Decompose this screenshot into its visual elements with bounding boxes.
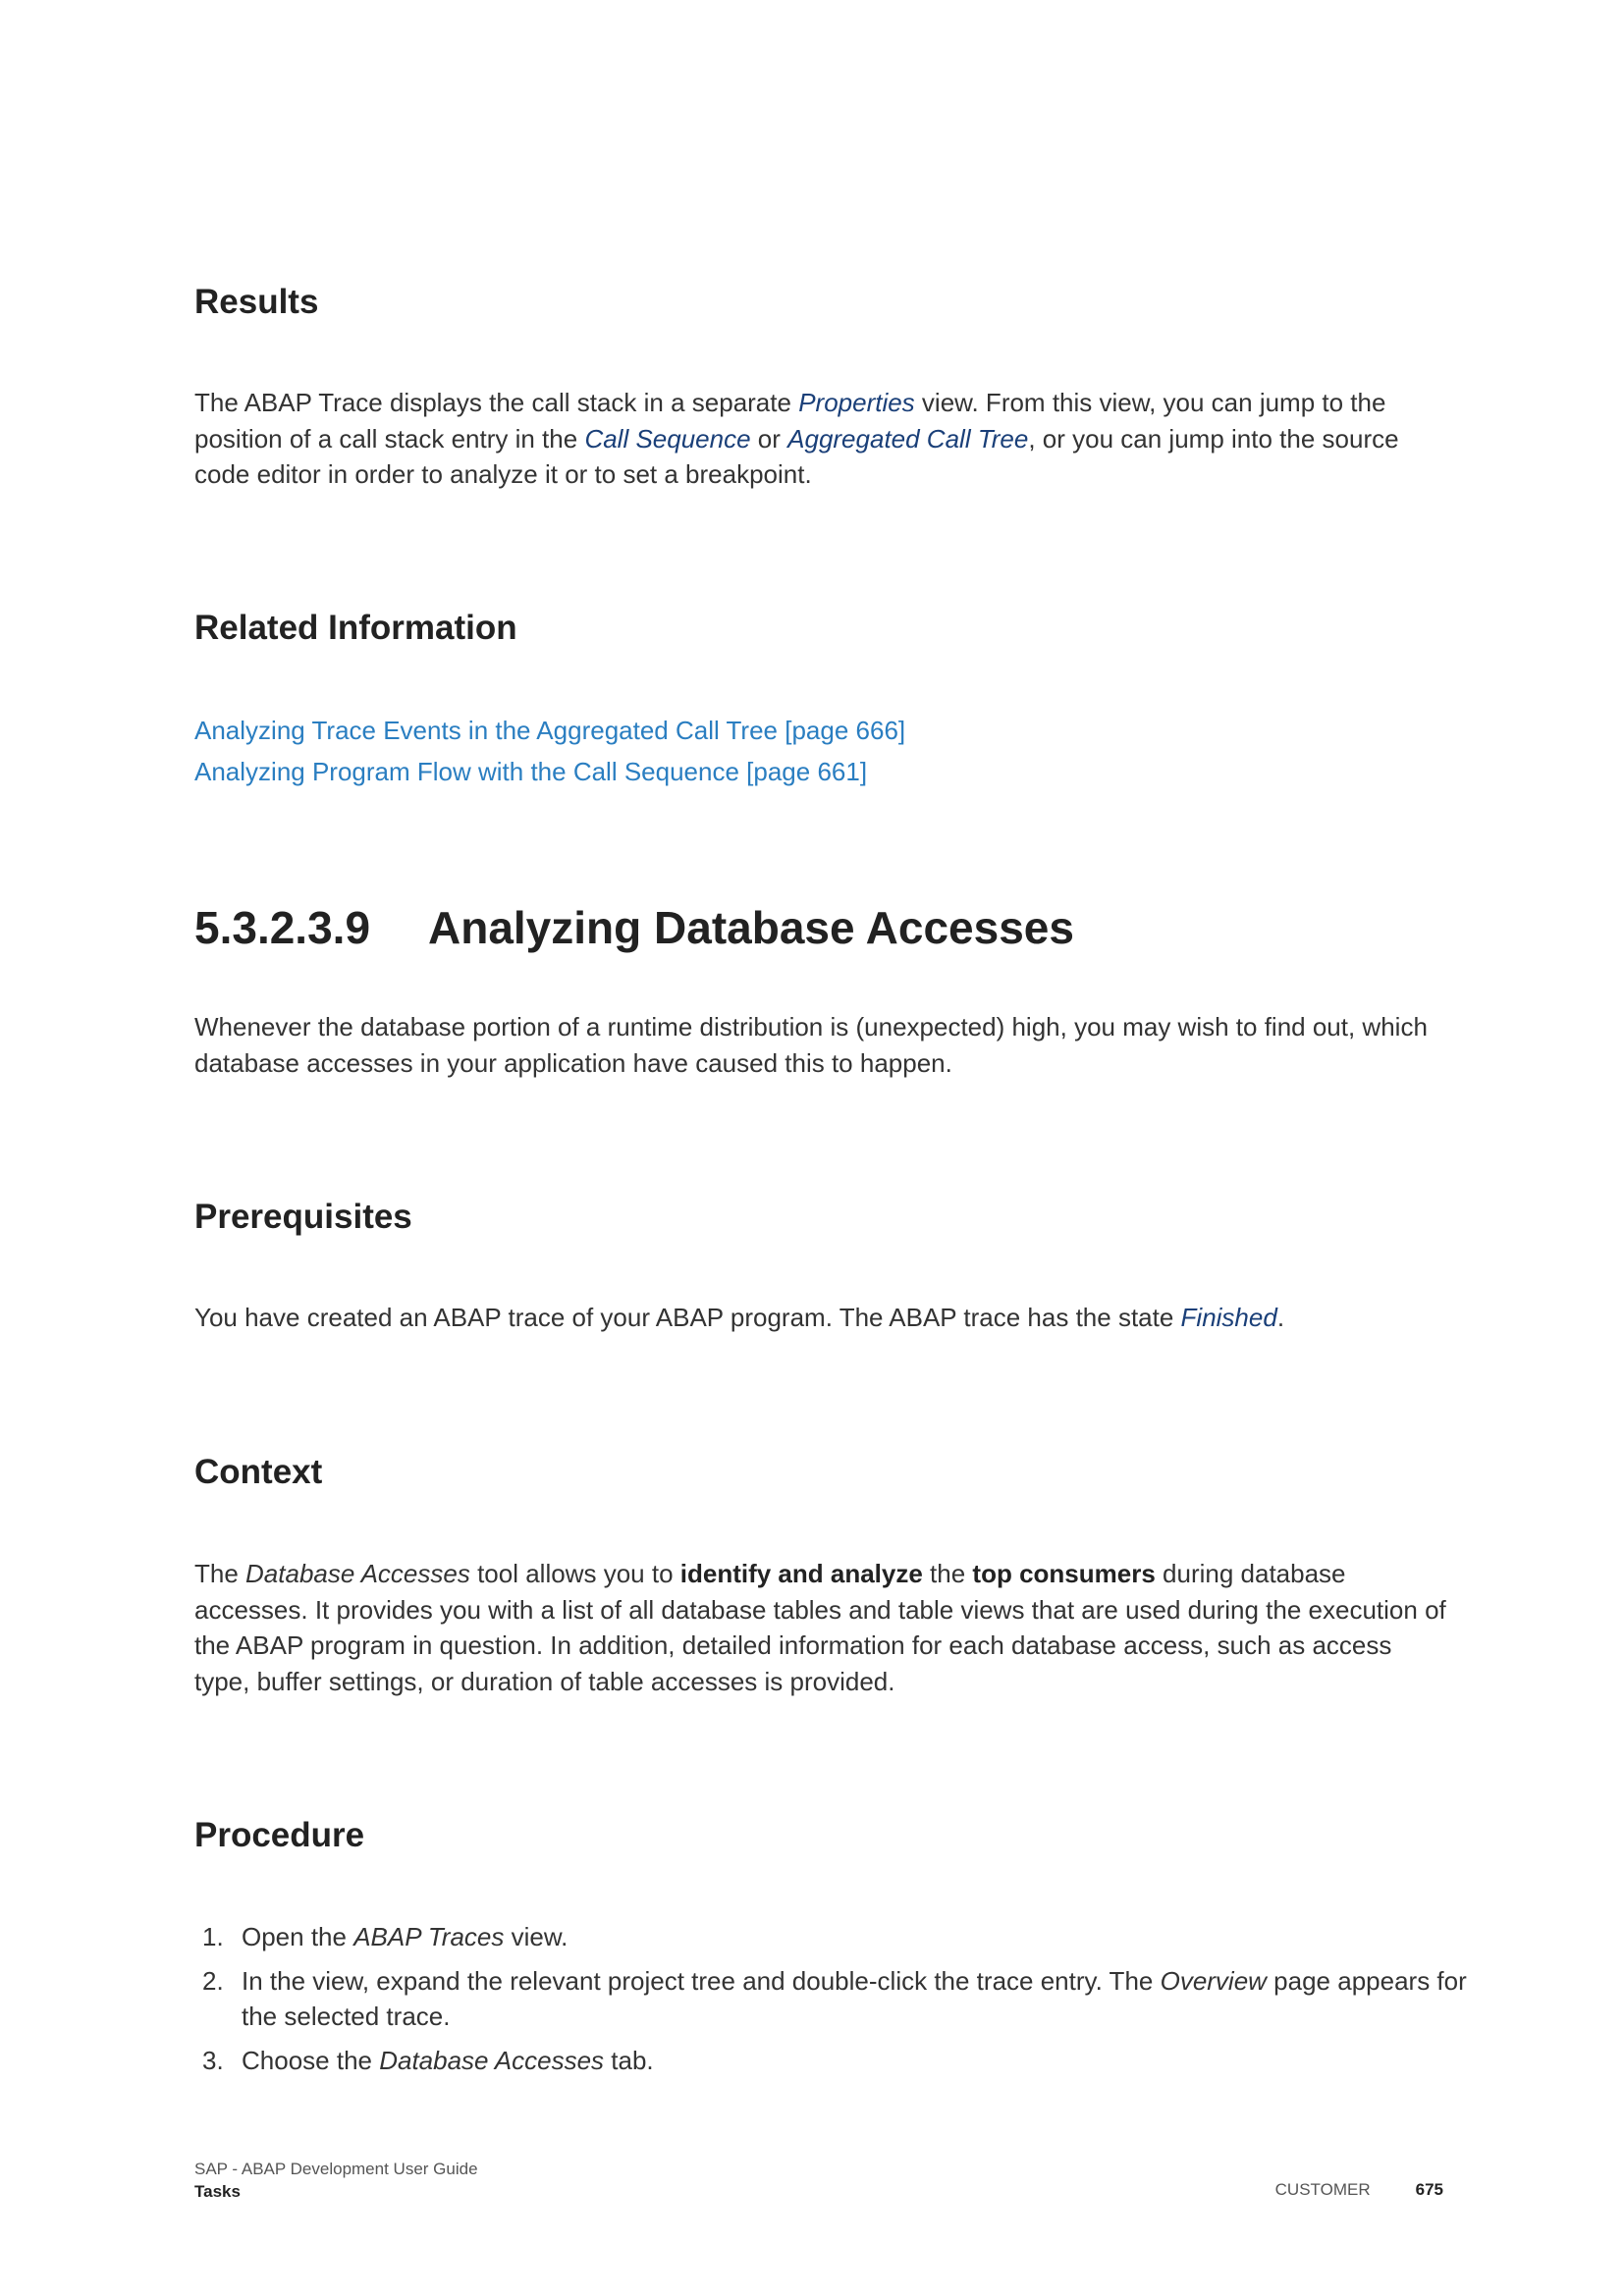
prerequisites-paragraph: You have created an ABAP trace of your A… <box>194 1300 1451 1336</box>
text-run: You have created an ABAP trace of your A… <box>194 1303 1181 1332</box>
section-intro: Whenever the database portion of a runti… <box>194 1012 1428 1078</box>
step-number: 1. <box>202 1922 224 1951</box>
procedure-steps: 1. Open the ABAP Traces view. 2. In the vi… <box>194 1919 1471 2086</box>
database-accesses-term: Database Accesses <box>245 1559 470 1588</box>
section-number: 5.3.2.3.9 <box>194 902 371 953</box>
footer-classification: CUSTOMER <box>1274 2180 1371 2199</box>
related-links: Analyzing Trace Events in the Aggregated… <box>194 710 905 792</box>
abap-traces-term: ABAP Traces <box>353 1922 505 1951</box>
text-run: In the view, expand the relevant project… <box>242 1965 1161 1996</box>
footer-right: CUSTOMER 675 <box>1275 2180 1443 2200</box>
footer-doc-title: SAP - ABAP Development User Guide <box>194 2160 478 2178</box>
context-paragraph: The Database Accesses tool allows you to… <box>194 1556 1451 1699</box>
context-heading: Context <box>194 1453 323 1491</box>
text-run: or <box>750 423 788 454</box>
text-run: The ABAP Trace displays the call stack i… <box>194 388 799 417</box>
step-number: 3. <box>202 2045 224 2075</box>
procedure-step: 3. Choose the Database Accesses tab. <box>194 2043 1471 2079</box>
related-link-aggregated-call-tree[interactable]: Analyzing Trace Events in the Aggregated… <box>194 710 905 751</box>
text-run: view. <box>504 1922 568 1951</box>
footer-left: SAP - ABAP Development User Guide Tasks <box>194 2158 478 2203</box>
properties-term: Properties <box>798 388 915 417</box>
text-run: tab. <box>604 2045 654 2075</box>
text-run: The <box>194 1559 246 1588</box>
footer-chapter: Tasks <box>194 2182 241 2201</box>
text-run: Open the <box>242 1922 354 1951</box>
related-link-call-sequence[interactable]: Analyzing Program Flow with the Call Seq… <box>194 751 905 792</box>
overview-term: Overview <box>1160 1965 1267 1996</box>
results-heading: Results <box>194 283 319 321</box>
finished-term: Finished <box>1180 1303 1277 1332</box>
prerequisites-heading: Prerequisites <box>194 1198 412 1236</box>
related-information-heading: Related Information <box>194 609 517 647</box>
database-accesses-tab-term: Database Accesses <box>379 2045 605 2075</box>
text-run: . <box>1276 1303 1285 1332</box>
bold-term: identify and analyze <box>679 1559 923 1588</box>
bold-term: top consumers <box>972 1559 1156 1588</box>
results-paragraph: The ABAP Trace displays the call stack i… <box>194 385 1451 493</box>
procedure-step: 1. Open the ABAP Traces view. <box>194 1919 1471 1955</box>
procedure-step: 2. In the view, expand the relevant proje… <box>194 1963 1471 2035</box>
footer-page-number: 675 <box>1415 2180 1443 2199</box>
section-title: Analyzing Database Accesses <box>428 902 1074 953</box>
procedure-heading: Procedure <box>194 1816 365 1854</box>
step-number: 2. <box>202 1965 224 1996</box>
aggregated-call-tree-term: Aggregated Call Tree <box>787 423 1029 454</box>
text-run: the <box>922 1559 973 1588</box>
text-run: Choose the <box>242 2045 380 2075</box>
text-run: tool allows you to <box>469 1559 680 1588</box>
section-heading: 5.3.2.3.9 Analyzing Database Accesses <box>194 901 1074 954</box>
call-sequence-term: Call Sequence <box>584 423 751 454</box>
